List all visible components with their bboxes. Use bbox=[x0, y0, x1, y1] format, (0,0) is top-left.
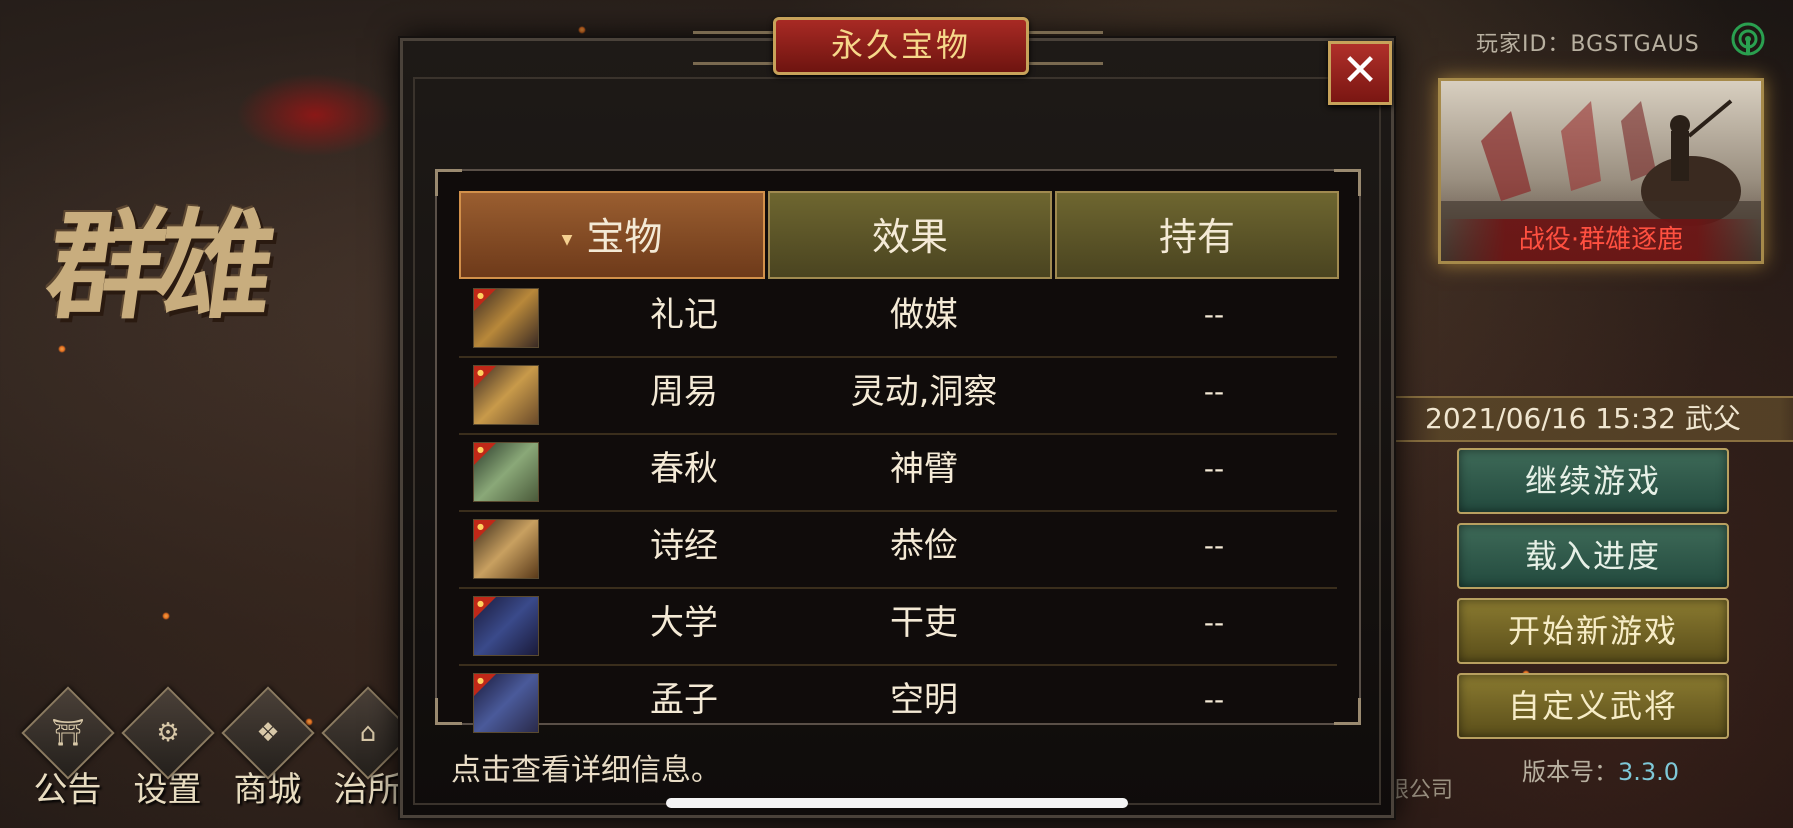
treasure-name: 春秋 bbox=[650, 449, 718, 489]
column-header-effect[interactable]: 效果 bbox=[768, 191, 1052, 279]
title-ornament-left bbox=[693, 31, 773, 65]
table-row[interactable]: ● 礼记 做媒 -- bbox=[459, 281, 1337, 358]
treasure-effect: 恭俭 bbox=[890, 526, 958, 566]
game-logo: 群雄 bbox=[38, 196, 275, 335]
save-datetime: 2021/06/16 15:32 武父 bbox=[1395, 396, 1793, 442]
ember bbox=[58, 345, 66, 353]
dialog-title: 永久宝物 bbox=[773, 17, 1029, 75]
version-value: 3.3.0 bbox=[1618, 758, 1680, 786]
scroll-icon: ● bbox=[473, 519, 539, 579]
ember bbox=[578, 26, 586, 34]
shop-icon: ❖ bbox=[255, 718, 280, 748]
notice-icon: ⛩ bbox=[50, 718, 84, 748]
table-row[interactable]: ● 春秋 神臂 -- bbox=[459, 435, 1337, 512]
table-header: ▼ 宝物 效果 持有 bbox=[459, 191, 1339, 279]
bamboo-scroll-icon: ● bbox=[473, 596, 539, 656]
version-label: 版本号： bbox=[1522, 758, 1618, 786]
column-header-treasure[interactable]: ▼ 宝物 bbox=[459, 191, 765, 279]
table-row[interactable]: ● 周易 灵动,洞察 -- bbox=[459, 358, 1337, 435]
sort-arrow-icon: ▼ bbox=[561, 231, 573, 248]
frame-corner bbox=[435, 698, 462, 725]
player-id: 玩家ID：BGSTGAUS bbox=[1476, 32, 1700, 57]
title-ornament-right bbox=[1023, 31, 1103, 65]
scroll-icon: ● bbox=[473, 365, 539, 425]
ember bbox=[162, 612, 170, 620]
treasure-name: 周易 bbox=[650, 372, 718, 412]
treasure-held: -- bbox=[1203, 452, 1225, 485]
treasure-effect: 做媒 bbox=[890, 295, 958, 335]
table-row[interactable]: ● 诗经 恭俭 -- bbox=[459, 512, 1337, 589]
treasure-held: -- bbox=[1203, 683, 1225, 716]
campaign-banner[interactable]: 战役·群雄逐鹿 bbox=[1438, 78, 1764, 264]
treasure-name: 礼记 bbox=[650, 295, 718, 335]
treasure-name: 大学 bbox=[650, 603, 718, 643]
treasure-name: 诗经 bbox=[650, 526, 718, 566]
treasure-table: ▼ 宝物 效果 持有 ● 礼记 做媒 -- ● 周易 灵动,洞察 -- ● 春秋 … bbox=[435, 169, 1361, 733]
permanent-treasure-dialog: 永久宝物 ✕ ▼ 宝物 效果 持有 ● 礼记 做媒 -- ● 周易 灵动,洞察 -… bbox=[400, 17, 1394, 818]
treasure-held: -- bbox=[1203, 375, 1225, 408]
campaign-caption: 战役·群雄逐鹿 bbox=[1441, 219, 1761, 261]
scroll-icon: ● bbox=[473, 288, 539, 348]
load-progress-button[interactable]: 载入进度 bbox=[1457, 523, 1729, 589]
close-button[interactable]: ✕ bbox=[1328, 41, 1392, 105]
gear-icon: ⚙ bbox=[155, 718, 180, 748]
scroll-icon: ● bbox=[473, 442, 539, 502]
scroll-icon: ● bbox=[473, 673, 539, 733]
logo-splash bbox=[230, 70, 400, 160]
home-indicator[interactable] bbox=[666, 798, 1128, 808]
treasure-header-label: 宝物 bbox=[586, 215, 663, 259]
frame-corner bbox=[435, 169, 462, 196]
new-game-button[interactable]: 开始新游戏 bbox=[1457, 598, 1729, 664]
treasure-held: -- bbox=[1203, 529, 1225, 562]
treasure-effect: 神臂 bbox=[890, 449, 958, 489]
treasure-list: ● 礼记 做媒 -- ● 周易 灵动,洞察 -- ● 春秋 神臂 -- ● 诗经… bbox=[459, 281, 1337, 741]
notice-button[interactable]: ⛩ 公告 bbox=[20, 686, 115, 811]
column-header-held[interactable]: 持有 bbox=[1055, 191, 1339, 279]
treasure-effect: 干吏 bbox=[890, 603, 958, 643]
settings-button[interactable]: ⚙ 设置 bbox=[120, 686, 215, 811]
custom-general-button[interactable]: 自定义武将 bbox=[1457, 673, 1729, 739]
office-button[interactable]: ⌂ 治所 bbox=[320, 686, 415, 811]
treasure-effect: 空明 bbox=[890, 680, 958, 720]
table-row[interactable]: ● 孟子 空明 -- bbox=[459, 666, 1337, 741]
office-icon: ⌂ bbox=[359, 718, 376, 748]
version-info: 版本号：3.3.0 bbox=[1522, 752, 1679, 787]
hint-text: 点击查看详细信息。 bbox=[451, 753, 721, 788]
table-row[interactable]: ● 大学 干吏 -- bbox=[459, 589, 1337, 666]
treasure-name: 孟子 bbox=[650, 680, 718, 720]
bottom-nav: ⛩ 公告 ⚙ 设置 ❖ 商城 ⌂ 治所 bbox=[20, 686, 415, 811]
signal-icon bbox=[1731, 22, 1765, 56]
treasure-effect: 灵动,洞察 bbox=[850, 372, 998, 412]
continue-game-button[interactable]: 继续游戏 bbox=[1457, 448, 1729, 514]
treasure-held: -- bbox=[1203, 298, 1225, 331]
treasure-held: -- bbox=[1203, 606, 1225, 639]
shop-button[interactable]: ❖ 商城 bbox=[220, 686, 315, 811]
